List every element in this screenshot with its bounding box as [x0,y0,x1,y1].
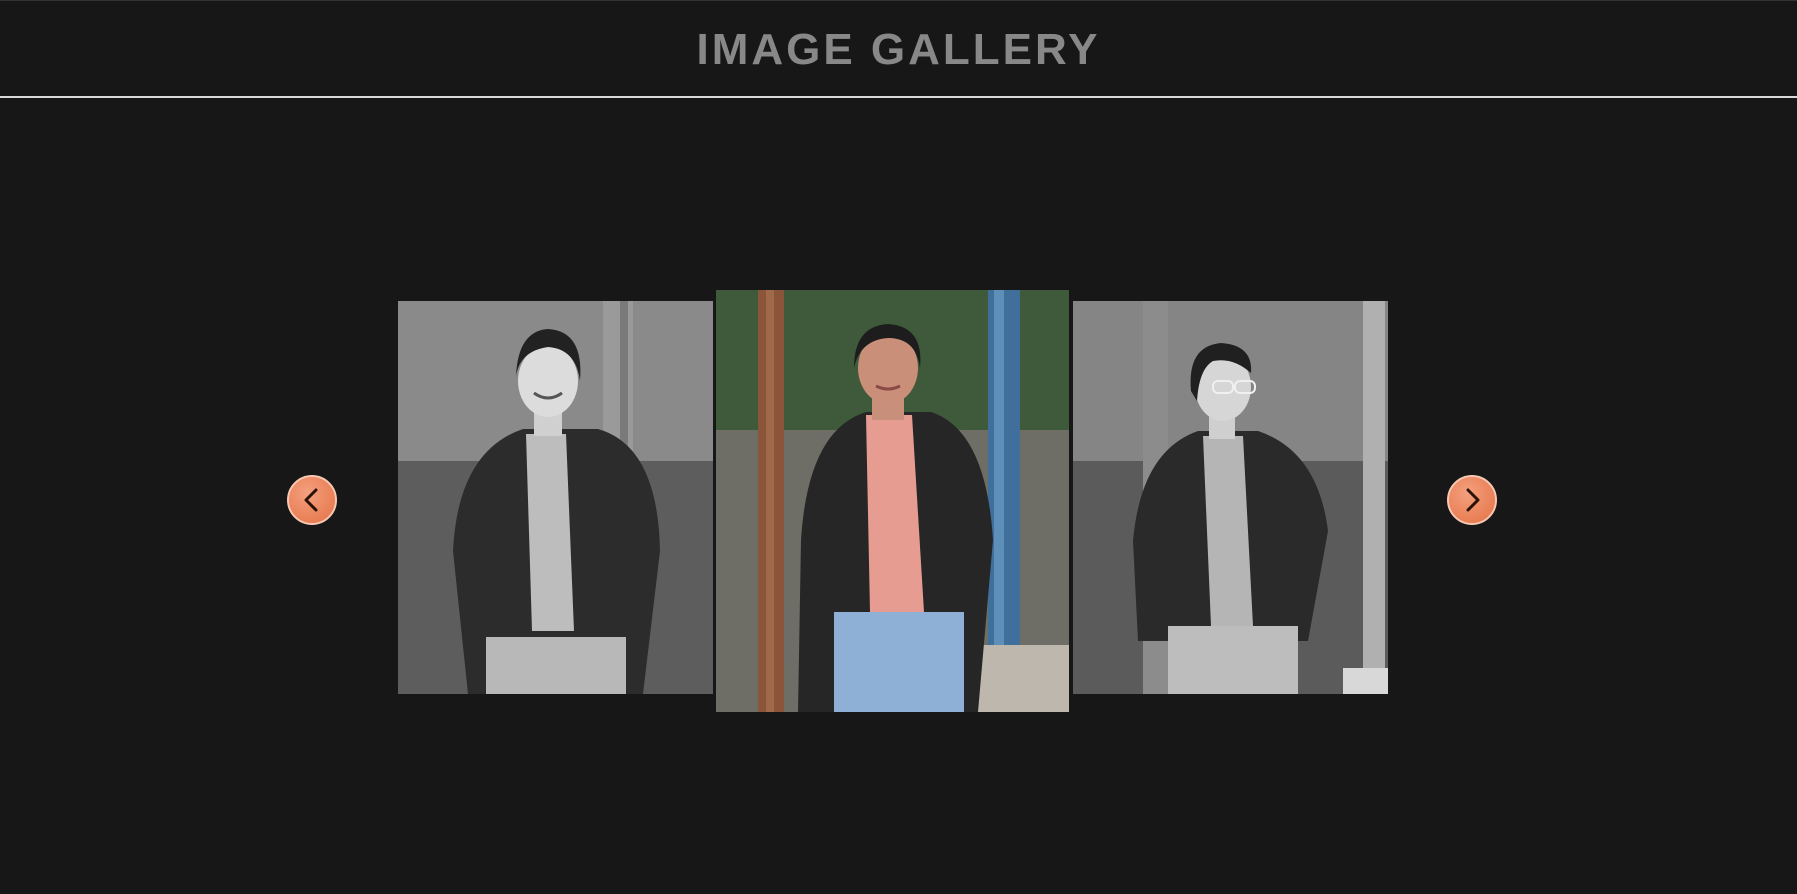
gallery-image-left[interactable] [398,301,713,694]
previous-button[interactable] [287,475,337,525]
gallery-image-right[interactable] [1073,301,1388,694]
gallery-image-center[interactable] [716,290,1069,712]
photo-woman-standing [716,290,1069,712]
chevron-right-icon [1466,488,1480,512]
next-button[interactable] [1447,475,1497,525]
page-title: IMAGE GALLERY [696,24,1101,74]
photo-woman-smiling [398,301,713,694]
image-carousel [0,98,1797,894]
chevron-left-icon [304,488,318,512]
page-header: IMAGE GALLERY [0,0,1797,98]
photo-woman-glasses [1073,301,1388,694]
